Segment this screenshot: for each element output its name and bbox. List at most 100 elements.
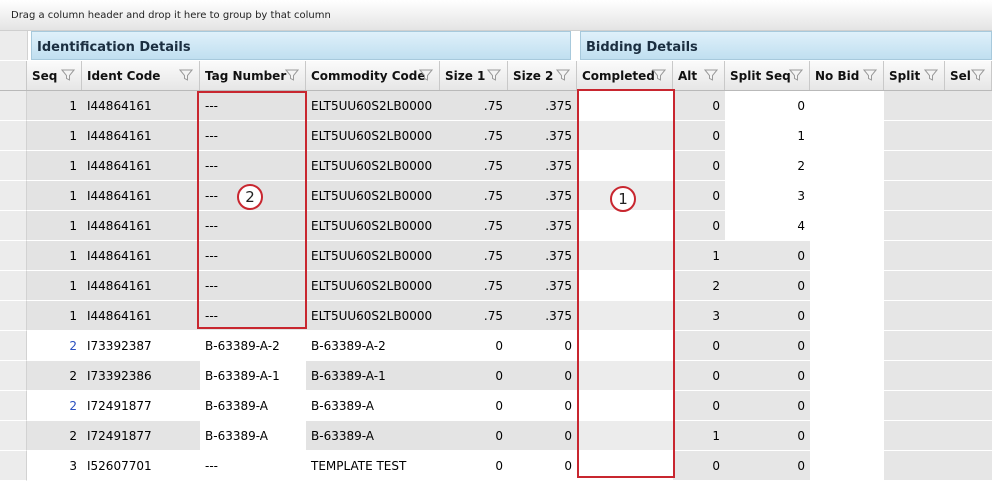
cell-ident[interactable]: I44864161 [82, 271, 200, 301]
cell-commodity[interactable]: ELT5UU60S2LB0000 [306, 151, 440, 181]
filter-funnel-icon[interactable] [285, 68, 299, 82]
cell-alt[interactable]: 1 [673, 241, 725, 271]
cell-size2[interactable]: .375 [508, 301, 577, 331]
cell-size1[interactable]: 0 [440, 391, 508, 421]
cell-size2[interactable]: .375 [508, 151, 577, 181]
cell-size2[interactable]: 0 [508, 361, 577, 391]
cell-size2[interactable]: 0 [508, 331, 577, 361]
cell-split-seq[interactable]: 0 [725, 421, 810, 451]
cell-no-bid[interactable] [810, 91, 884, 121]
cell-seq[interactable]: 1 [27, 121, 82, 151]
row-indicator[interactable] [0, 421, 27, 451]
cell-ident[interactable]: I72491877 [82, 421, 200, 451]
cell-no-bid[interactable] [810, 151, 884, 181]
row-indicator[interactable] [0, 91, 27, 121]
cell-tag[interactable]: B-63389-A [200, 421, 306, 451]
cell-commodity[interactable]: ELT5UU60S2LB0000 [306, 241, 440, 271]
cell-size1[interactable]: 0 [440, 361, 508, 391]
cell-tag[interactable]: --- [200, 451, 306, 481]
table-row[interactable]: 1 I44864161 --- ELT5UU60S2LB0000.75.375 0 1 [0, 121, 992, 151]
cell-no-bid[interactable] [810, 391, 884, 421]
cell-tag[interactable]: B-63389-A-2 [200, 331, 306, 361]
cell-split[interactable] [884, 181, 945, 211]
cell-commodity[interactable]: ELT5UU60S2LB0000 [306, 91, 440, 121]
cell-split[interactable] [884, 91, 945, 121]
table-row[interactable]: 1 I44864161 --- ELT5UU60S2LB0000.75.375 0 2 [0, 151, 992, 181]
column-header-split-seq[interactable]: Split Seq [725, 61, 810, 90]
cell-alt[interactable]: 0 [673, 91, 725, 121]
cell-tag[interactable]: B-63389-A [200, 391, 306, 421]
row-indicator[interactable] [0, 211, 27, 241]
cell-commodity[interactable]: ELT5UU60S2LB0000 [306, 181, 440, 211]
cell-commodity[interactable]: ELT5UU60S2LB0000 [306, 211, 440, 241]
cell-split[interactable] [884, 151, 945, 181]
table-row[interactable]: 3 I52607701 --- TEMPLATE TEST 0 0 0 0 [0, 451, 992, 481]
group-by-panel[interactable]: Drag a column header and drop it here to… [0, 0, 992, 31]
cell-sel[interactable] [945, 271, 992, 301]
cell-sel[interactable] [945, 421, 992, 451]
table-row[interactable]: 1 I44864161 --- ELT5UU60S2LB0000.75.375 0 4 [0, 211, 992, 241]
cell-commodity[interactable]: ELT5UU60S2LB0000 [306, 271, 440, 301]
cell-ident[interactable]: I44864161 [82, 301, 200, 331]
cell-size1[interactable]: 0 [440, 331, 508, 361]
cell-split[interactable] [884, 241, 945, 271]
cell-commodity[interactable]: ELT5UU60S2LB0000 [306, 121, 440, 151]
cell-split[interactable] [884, 391, 945, 421]
cell-sel[interactable] [945, 151, 992, 181]
cell-seq[interactable]: 1 [27, 181, 82, 211]
cell-no-bid[interactable] [810, 211, 884, 241]
cell-size1[interactable]: .75 [440, 271, 508, 301]
cell-sel[interactable] [945, 301, 992, 331]
column-header-commodity-code[interactable]: Commodity Code [306, 61, 440, 90]
cell-size1[interactable]: .75 [440, 301, 508, 331]
cell-split[interactable] [884, 271, 945, 301]
cell-size1[interactable]: .75 [440, 241, 508, 271]
column-header-completed[interactable]: Completed [577, 61, 673, 90]
row-indicator[interactable] [0, 121, 27, 151]
cell-sel[interactable] [945, 241, 992, 271]
filter-funnel-icon[interactable] [863, 68, 877, 82]
cell-size1[interactable]: .75 [440, 121, 508, 151]
cell-ident[interactable]: I44864161 [82, 151, 200, 181]
cell-split-seq[interactable]: 4 [725, 211, 810, 241]
cell-split[interactable] [884, 121, 945, 151]
cell-no-bid[interactable] [810, 361, 884, 391]
cell-commodity[interactable]: B-63389-A-2 [306, 331, 440, 361]
row-indicator[interactable] [0, 331, 27, 361]
cell-ident[interactable]: I44864161 [82, 91, 200, 121]
filter-funnel-icon[interactable] [487, 68, 501, 82]
cell-size1[interactable]: .75 [440, 151, 508, 181]
cell-alt[interactable]: 3 [673, 301, 725, 331]
cell-sel[interactable] [945, 361, 992, 391]
cell-split[interactable] [884, 361, 945, 391]
row-indicator[interactable] [0, 451, 27, 481]
row-indicator[interactable] [0, 361, 27, 391]
cell-alt[interactable]: 0 [673, 211, 725, 241]
cell-ident[interactable]: I44864161 [82, 121, 200, 151]
cell-ident[interactable]: I73392387 [82, 331, 200, 361]
cell-no-bid[interactable] [810, 181, 884, 211]
table-row[interactable]: 2 I72491877 B-63389-A B-63389-A 0 0 0 0 [0, 391, 992, 421]
filter-funnel-icon[interactable] [652, 68, 666, 82]
cell-size2[interactable]: .375 [508, 181, 577, 211]
filter-funnel-icon[interactable] [61, 68, 75, 82]
cell-sel[interactable] [945, 181, 992, 211]
table-row[interactable]: 1 I44864161 --- ELT5UU60S2LB0000.75.375 1 0 [0, 241, 992, 271]
cell-alt[interactable]: 0 [673, 331, 725, 361]
cell-split-seq[interactable]: 3 [725, 181, 810, 211]
cell-split[interactable] [884, 211, 945, 241]
cell-split-seq[interactable]: 0 [725, 451, 810, 481]
cell-split[interactable] [884, 301, 945, 331]
cell-seq[interactable]: 2 [27, 421, 82, 451]
cell-no-bid[interactable] [810, 421, 884, 451]
cell-split-seq[interactable]: 0 [725, 331, 810, 361]
cell-alt[interactable]: 0 [673, 391, 725, 421]
table-row[interactable]: 1 I44864161 --- ELT5UU60S2LB0000.75.375 3 0 [0, 301, 992, 331]
cell-split-seq[interactable]: 0 [725, 241, 810, 271]
cell-sel[interactable] [945, 121, 992, 151]
cell-seq[interactable]: 1 [27, 241, 82, 271]
filter-funnel-icon[interactable] [556, 68, 570, 82]
filter-funnel-icon[interactable] [971, 68, 985, 82]
cell-split-seq[interactable]: 0 [725, 301, 810, 331]
cell-split-seq[interactable]: 0 [725, 271, 810, 301]
